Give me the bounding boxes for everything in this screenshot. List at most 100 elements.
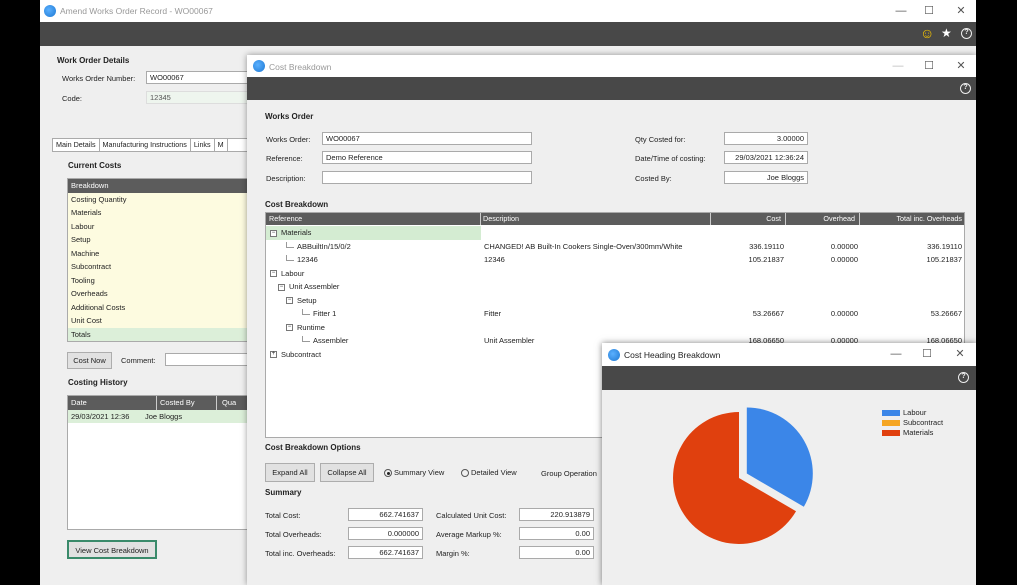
- maximize-icon[interactable]: ☐: [918, 58, 940, 74]
- works-order-field[interactable]: WO00067: [322, 132, 532, 145]
- code-field[interactable]: 12345: [146, 91, 256, 104]
- list-item[interactable]: Setup: [68, 233, 256, 247]
- table-row[interactable]: − Labour: [266, 267, 964, 281]
- breakdown-header-row: Breakdown: [68, 179, 256, 193]
- list-item[interactable]: Machine: [68, 246, 256, 260]
- table-row[interactable]: − Unit Assembler: [266, 280, 964, 294]
- grid-col-total[interactable]: Total inc. Overheads: [862, 213, 962, 225]
- reference-cell: − Runtime: [286, 321, 325, 335]
- app-icon: [253, 60, 265, 72]
- collapse-icon[interactable]: −: [270, 270, 277, 278]
- view-cost-breakdown-button[interactable]: View Cost Breakdown: [67, 540, 157, 559]
- legend-swatch: [882, 420, 900, 427]
- table-row[interactable]: − Materials: [266, 226, 964, 240]
- maximize-icon[interactable]: ☐: [918, 3, 940, 19]
- tree-line-icon: [302, 336, 310, 342]
- list-item[interactable]: Overheads: [68, 287, 256, 301]
- grid-col-overhead[interactable]: Overhead: [788, 213, 860, 225]
- description-cell: Unit Assembler: [484, 336, 535, 345]
- margin-field[interactable]: 0.00: [519, 546, 594, 559]
- star-icon[interactable]: ★: [941, 26, 952, 40]
- list-item[interactable]: Totals: [68, 327, 256, 341]
- calc-unit-cost-label: Calculated Unit Cost:: [436, 511, 507, 520]
- help-icon[interactable]: ?: [958, 372, 969, 383]
- reference-cell: − Labour: [270, 267, 304, 281]
- qty-costed-field[interactable]: 3.00000: [724, 132, 808, 145]
- minimize-icon[interactable]: —: [885, 346, 907, 362]
- cost-cell: 105.21837: [748, 255, 784, 264]
- avg-markup-field[interactable]: 0.00: [519, 527, 594, 540]
- smiley-icon[interactable]: ☺: [920, 25, 934, 41]
- table-row[interactable]: 12346 12346 105.21837 0.00000 105.21837: [266, 253, 964, 267]
- minimize-icon[interactable]: —: [890, 3, 912, 19]
- close-icon[interactable]: ✕: [950, 58, 972, 74]
- history-col-qty: Qua: [216, 396, 236, 410]
- expand-icon[interactable]: +: [270, 351, 277, 359]
- collapse-icon[interactable]: −: [286, 324, 293, 332]
- works-order-header: Works Order: [265, 112, 314, 121]
- total-cell: 53.26667: [930, 309, 962, 318]
- close-icon[interactable]: ✕: [949, 346, 971, 362]
- total-cost-field[interactable]: 662.741637: [348, 508, 423, 521]
- list-item[interactable]: Costing Quantity: [68, 192, 256, 206]
- datetime-costing-label: Date/Time of costing:: [635, 154, 706, 163]
- costed-by-label: Costed By:: [635, 174, 672, 183]
- grid-col-reference[interactable]: Reference: [269, 213, 481, 225]
- list-item[interactable]: Tooling: [68, 273, 256, 287]
- comment-field[interactable]: [165, 353, 255, 366]
- collapse-icon[interactable]: −: [270, 229, 277, 237]
- tab-links[interactable]: Links: [191, 139, 215, 151]
- radio-unselected-icon: [461, 469, 469, 478]
- collapse-all-button[interactable]: Collapse All: [320, 463, 374, 482]
- costed-by-field[interactable]: Joe Bloggs: [724, 171, 808, 184]
- detailed-view-radio[interactable]: Detailed View: [461, 468, 517, 478]
- list-item[interactable]: Labour: [68, 219, 256, 233]
- reference-text: Materials: [281, 228, 312, 237]
- tab-more[interactable]: M: [215, 139, 228, 151]
- help-icon[interactable]: ?: [960, 83, 971, 94]
- description-field[interactable]: [322, 171, 532, 184]
- table-row[interactable]: Fitter 1 Fitter 53.26667 0.00000 53.26667: [266, 307, 964, 321]
- grid-col-cost[interactable]: Cost: [714, 213, 786, 225]
- datetime-costing-field[interactable]: 29/03/2021 12:36:24: [724, 151, 808, 164]
- tab-manufacturing-instructions[interactable]: Manufacturing Instructions: [100, 139, 191, 151]
- close-icon[interactable]: ✕: [950, 3, 972, 19]
- overhead-cell: 0.00000: [830, 241, 858, 251]
- list-item[interactable]: Additional Costs: [68, 300, 256, 314]
- table-row[interactable]: ABBuiltIn/15/0/2 CHANGED! AB Built-In Coo…: [266, 240, 964, 254]
- reference-field[interactable]: Demo Reference: [322, 151, 532, 164]
- description-cell: 12346: [484, 255, 505, 264]
- tree-line-icon: [286, 241, 294, 248]
- grid-col-description[interactable]: Description: [483, 213, 711, 225]
- table-row[interactable]: − Setup: [266, 294, 964, 308]
- reference-label: Reference:: [266, 154, 303, 163]
- list-item[interactable]: Unit Cost: [68, 314, 256, 328]
- avg-markup-label: Average Markup %:: [436, 530, 502, 539]
- help-icon[interactable]: ?: [961, 28, 972, 39]
- cost-breakdown-title: Cost Breakdown: [269, 62, 332, 72]
- collapse-icon[interactable]: −: [278, 283, 285, 291]
- summary-view-label: Summary View: [394, 468, 445, 477]
- legend-label: Labour: [903, 408, 927, 417]
- list-item[interactable]: Subcontract: [68, 260, 256, 274]
- legend-swatch: [882, 410, 900, 417]
- table-row[interactable]: 29/03/2021 12:36 Joe Bloggs: [68, 409, 256, 423]
- minimize-icon[interactable]: —: [887, 58, 909, 74]
- list-item[interactable]: Materials: [68, 206, 256, 220]
- maximize-icon[interactable]: ☐: [916, 346, 938, 362]
- works-order-number-field[interactable]: WO00067: [146, 71, 256, 84]
- total-inc-overheads-field[interactable]: 662.741637: [348, 546, 423, 559]
- table-row[interactable]: − Runtime: [266, 321, 964, 335]
- collapse-icon[interactable]: −: [286, 297, 293, 305]
- legend-label: Materials: [903, 428, 934, 437]
- summary-view-radio[interactable]: Summary View: [384, 468, 445, 478]
- legend-item-materials: Materials: [882, 428, 933, 437]
- detailed-view-label: Detailed View: [471, 468, 517, 477]
- tab-main-details[interactable]: Main Details: [53, 139, 100, 151]
- calc-unit-cost-field[interactable]: 220.913879: [519, 508, 594, 521]
- reference-text: Labour: [281, 268, 305, 278]
- description-label: Description:: [266, 174, 306, 183]
- expand-all-button[interactable]: Expand All: [265, 463, 315, 482]
- cost-now-button[interactable]: Cost Now: [67, 352, 112, 369]
- total-overheads-field[interactable]: 0.000000: [348, 527, 423, 540]
